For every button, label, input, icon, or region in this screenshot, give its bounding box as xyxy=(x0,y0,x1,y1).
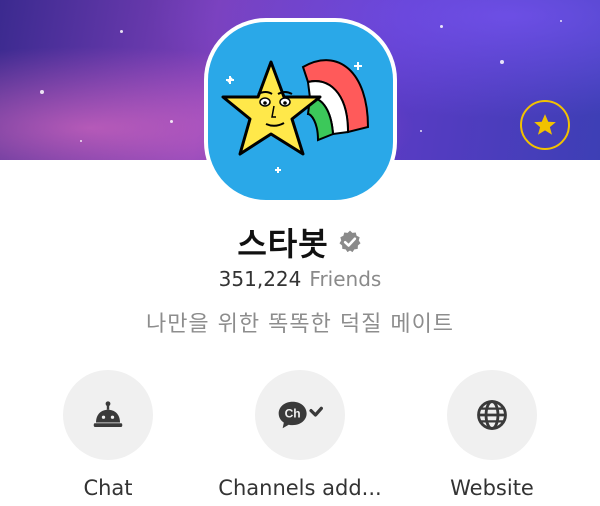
banner-sparkle xyxy=(560,20,562,22)
channel-add-icon: Ch xyxy=(278,401,323,429)
favorite-button[interactable] xyxy=(520,100,570,150)
channels-add-label: Channels add... xyxy=(218,476,382,500)
globe-icon xyxy=(477,400,507,430)
friends-count-row: 351,224 Friends xyxy=(0,265,600,293)
banner-sparkle xyxy=(40,90,44,94)
website-label: Website xyxy=(450,476,534,500)
star-icon xyxy=(534,114,556,135)
channels-add-action[interactable]: Ch Channels add... xyxy=(215,370,385,500)
banner-sparkle xyxy=(120,30,123,33)
channel-title-row: 스타봇 xyxy=(0,218,600,266)
banner-sparkle xyxy=(500,60,504,64)
banner-sparkle xyxy=(80,140,82,142)
chat-label: Chat xyxy=(83,476,133,500)
chat-action[interactable]: Chat xyxy=(23,370,193,500)
verified-badge-icon xyxy=(339,230,361,253)
website-button[interactable] xyxy=(447,370,537,460)
chat-button[interactable] xyxy=(63,370,153,460)
channel-avatar[interactable] xyxy=(208,22,393,200)
svg-text:Ch: Ch xyxy=(285,406,301,420)
website-action[interactable]: Website xyxy=(407,370,577,500)
friends-count: 351,224 xyxy=(218,267,302,291)
channels-add-button[interactable]: Ch xyxy=(255,370,345,460)
banner-sparkle xyxy=(440,25,443,28)
banner-sparkle xyxy=(420,130,422,132)
banner-sparkle xyxy=(170,120,173,123)
chat-bell-icon xyxy=(93,401,123,427)
shooting-star-mascot-icon xyxy=(221,59,370,173)
friends-label: Friends xyxy=(309,267,382,291)
channel-description: 나만을 위한 똑똑한 덕질 메이트 xyxy=(145,312,455,337)
channel-name: 스타봇 xyxy=(237,225,329,263)
